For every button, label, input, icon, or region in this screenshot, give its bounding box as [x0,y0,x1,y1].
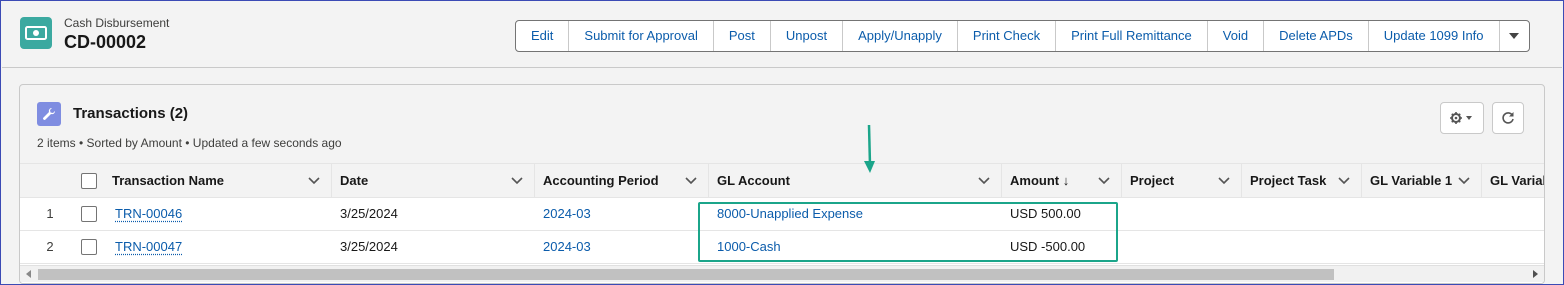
edit-button[interactable]: Edit [516,21,568,51]
unpost-button[interactable]: Unpost [769,21,842,51]
horizontal-scrollbar[interactable] [20,265,1544,282]
post-button[interactable]: Post [712,21,770,51]
amount-cell: USD 500.00 [1010,206,1081,221]
object-label: Cash Disbursement [64,16,170,30]
column-header-project-task[interactable]: Project Task [1241,164,1361,198]
transactions-table: Transaction Name Date Accounting Period … [20,163,1545,283]
list-settings-button[interactable] [1440,102,1484,134]
print-check-button[interactable]: Print Check [956,21,1055,51]
column-label: Project [1130,173,1175,188]
chevron-down-icon [1509,33,1520,39]
related-list-title[interactable]: Transactions (2) [73,105,188,122]
column-header-transaction-name[interactable]: Transaction Name [104,164,331,198]
column-header-gl-variable-1[interactable]: GL Variable 1 [1361,164,1481,198]
accounting-period-link[interactable]: 2024-03 [535,198,591,230]
update-1099-info-button[interactable]: Update 1099 Info [1367,21,1499,51]
apply-unapply-button[interactable]: Apply/Unapply [842,21,957,51]
column-header-date[interactable]: Date [331,164,534,198]
submit-for-approval-button[interactable]: Submit for Approval [568,21,712,51]
column-header-gl-account[interactable]: GL Account [708,164,1001,198]
column-header-amount[interactable]: Amount ↓ [1001,164,1121,198]
chevron-down-icon[interactable] [307,164,321,198]
scrollbar-thumb[interactable] [38,269,1334,280]
record-name: CD-00002 [64,32,147,52]
void-button[interactable]: Void [1206,21,1263,51]
money-icon [20,17,52,49]
date-cell: 3/25/2024 [340,206,398,221]
column-label: Date [340,173,369,188]
table-row: 1 TRN-00046 3/25/2024 2024-03 8000-Unapp… [20,198,1544,231]
date-cell: 3/25/2024 [340,239,398,254]
delete-apds-button[interactable]: Delete APDs [1263,21,1368,51]
column-label: Project Task [1250,173,1327,188]
column-label: Accounting Period [543,173,659,188]
print-full-remittance-button[interactable]: Print Full Remittance [1055,21,1207,51]
chevron-down-icon[interactable] [1337,164,1351,198]
related-list-meta: 2 items • Sorted by Amount • Updated a f… [37,136,342,150]
column-header-gl-variable-2[interactable]: GL Variab [1481,164,1545,198]
annotation-arrow-icon [864,124,875,173]
wrench-icon [37,102,61,126]
column-label: GL Variable 1 [1370,173,1453,188]
gl-account-link[interactable]: 8000-Unapplied Expense [709,198,863,230]
more-actions-button[interactable] [1498,21,1529,51]
gl-account-link[interactable]: 1000-Cash [709,231,781,263]
column-label: GL Account [717,173,790,188]
column-header-project[interactable]: Project [1121,164,1241,198]
chevron-down-icon[interactable] [510,164,524,198]
column-header-accounting-period[interactable]: Accounting Period [534,164,708,198]
scroll-right-arrow-icon[interactable] [1533,270,1538,278]
chevron-down-icon[interactable] [1217,164,1231,198]
chevron-down-icon[interactable] [977,164,991,198]
transaction-name-link[interactable]: TRN-00047 [107,231,182,263]
amount-cell: USD -500.00 [1010,239,1086,254]
column-label: GL Variab [1490,173,1545,188]
column-label: Amount ↓ [1010,173,1070,188]
accounting-period-link[interactable]: 2024-03 [535,231,591,263]
table-header: Transaction Name Date Accounting Period … [20,164,1545,198]
gear-icon [1450,112,1472,124]
row-number: 2 [46,239,54,254]
row-checkbox[interactable] [81,206,97,222]
table-row: 2 TRN-00047 3/25/2024 2024-03 1000-Cash … [20,231,1544,264]
chevron-down-icon[interactable] [1457,164,1471,198]
refresh-button[interactable] [1492,102,1524,134]
select-all-checkbox[interactable] [81,173,97,189]
transaction-name-link[interactable]: TRN-00046 [107,198,182,230]
column-label: Transaction Name [112,173,224,188]
chevron-down-icon[interactable] [684,164,698,198]
row-number: 1 [46,206,54,221]
chevron-down-icon[interactable] [1097,164,1111,198]
action-bar: Edit Submit for Approval Post Unpost App… [515,20,1530,52]
scroll-left-arrow-icon[interactable] [26,270,31,278]
transactions-related-list: Transactions (2) 2 items • Sorted by Amo… [19,84,1545,284]
record-header: Cash Disbursement CD-00002 Edit Submit f… [2,2,1562,68]
refresh-icon [1502,112,1514,124]
row-checkbox[interactable] [81,239,97,255]
